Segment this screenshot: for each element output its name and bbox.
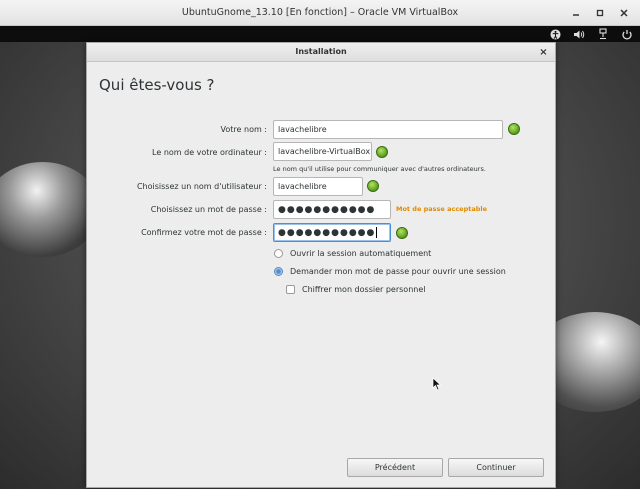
encrypt-home-label: Chiffrer mon dossier personnel (302, 285, 426, 294)
name-valid-icon (508, 123, 520, 135)
encrypt-home-option[interactable]: Chiffrer mon dossier personnel (286, 285, 425, 294)
confirm-password-value: ●●●●●●●●●●● (278, 227, 376, 238)
volume-icon[interactable] (570, 27, 588, 41)
maximize-icon[interactable] (590, 5, 610, 20)
close-icon[interactable] (614, 5, 634, 20)
page-title: Qui êtes-vous ? (99, 76, 215, 94)
password-label: Choisissez un mot de passe : (150, 205, 267, 214)
password-strength-text: Mot de passe acceptable (396, 205, 488, 213)
continue-button[interactable]: Continuer (448, 458, 544, 477)
system-menu-icon[interactable] (618, 27, 636, 41)
dialog-title: Installation (295, 47, 347, 56)
password-input[interactable]: ●●●●●●●●●●● (273, 200, 391, 219)
accessibility-icon[interactable] (546, 27, 564, 41)
wallpaper-water-drop (0, 162, 100, 257)
username-label: Choisissez un nom d'utilisateur : (136, 182, 267, 191)
auto-login-label: Ouvrir la session automatiquement (290, 249, 432, 258)
ask-password-option[interactable]: Demander mon mot de passe pour ouvrir un… (274, 267, 506, 276)
host-titlebar: UbuntuGnome_13.10 [En fonction] – Oracle… (0, 0, 640, 26)
auto-login-radio[interactable] (274, 249, 283, 258)
installer-dialog: Installation × Qui êtes-vous ? Votre nom… (86, 42, 556, 488)
guest-top-bar (0, 26, 640, 42)
encrypt-home-checkbox[interactable] (286, 285, 295, 294)
back-button[interactable]: Précédent (347, 458, 443, 477)
dialog-close-icon[interactable]: × (536, 45, 551, 60)
ask-password-label: Demander mon mot de passe pour ouvrir un… (290, 267, 506, 276)
computer-name-label: Le nom de votre ordinateur : (152, 148, 267, 157)
computer-name-valid-icon (376, 146, 388, 158)
host-window-title: UbuntuGnome_13.10 [En fonction] – Oracle… (181, 7, 459, 18)
minimize-icon[interactable] (566, 5, 586, 20)
confirm-password-input[interactable]: ●●●●●●●●●●● (273, 223, 391, 242)
auto-login-option[interactable]: Ouvrir la session automatiquement (274, 249, 431, 258)
confirm-password-label: Confirmez votre mot de passe : (141, 228, 267, 237)
mouse-pointer-icon (432, 377, 442, 391)
text-caret (376, 227, 378, 238)
host-window-controls (566, 5, 634, 20)
confirm-password-valid-icon (396, 227, 408, 239)
dialog-titlebar: Installation × (87, 43, 555, 62)
name-label: Votre nom : (220, 125, 267, 134)
system-tray (546, 27, 636, 41)
computer-name-hint: Le nom qu'il utilise pour communiquer av… (273, 165, 486, 173)
username-valid-icon (367, 180, 379, 192)
name-input[interactable]: lavachelibre (273, 120, 503, 139)
username-input[interactable]: lavachelibre (273, 177, 363, 196)
power-icon[interactable] (594, 27, 612, 41)
computer-name-input[interactable]: lavachelibre-VirtualBox (273, 142, 372, 161)
ask-password-radio[interactable] (274, 267, 283, 276)
